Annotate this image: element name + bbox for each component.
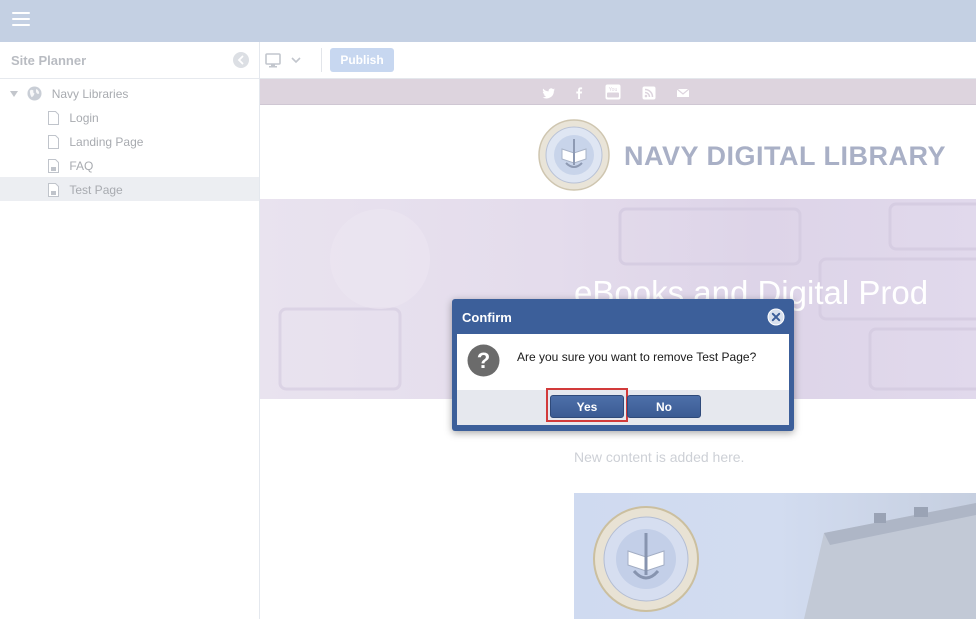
question-icon: ? [467, 344, 500, 377]
yes-button[interactable]: Yes [550, 395, 624, 418]
ship-banner-image [574, 493, 976, 619]
email-icon[interactable] [676, 86, 690, 100]
dialog-message: Are you sure you want to remove Test Pag… [517, 350, 757, 364]
svg-text:?: ? [477, 348, 490, 373]
rss-icon[interactable] [642, 86, 656, 100]
top-bar [0, 0, 976, 42]
twitter-icon[interactable] [542, 86, 556, 100]
hamburger-menu-icon[interactable] [12, 12, 30, 26]
page-icon [48, 134, 59, 149]
tree-item-landing-page[interactable]: Landing Page [0, 129, 259, 153]
tree-item-label: Navy Libraries [51, 86, 129, 101]
close-circle-icon[interactable] [767, 308, 785, 326]
social-bar: You [260, 79, 976, 105]
dialog-title: Confirm [462, 310, 512, 325]
tree-item-navy-libraries[interactable]: Navy Libraries [0, 81, 259, 105]
no-button[interactable]: No [627, 395, 701, 418]
content-placeholder-text: New content is added here. [574, 449, 745, 465]
dialog-footer: Yes No [457, 388, 789, 425]
tree-item-label: Test Page [69, 182, 123, 197]
publish-button[interactable]: Publish [330, 48, 394, 72]
facebook-icon[interactable] [572, 86, 586, 100]
site-title: NAVY DIGITAL LIBRARY [624, 141, 947, 171]
page-icon [48, 110, 59, 125]
page-icon [48, 158, 59, 173]
toolbar-divider [321, 48, 322, 72]
device-select[interactable] [265, 52, 303, 68]
youtube-icon[interactable]: You [605, 84, 621, 100]
globe-icon [27, 86, 42, 101]
chevron-left-circle-icon[interactable] [233, 52, 249, 68]
page-icon [48, 182, 59, 197]
tree-item-test-page[interactable]: Test Page [0, 177, 259, 201]
tree-item-label: FAQ [69, 158, 94, 173]
editor-toolbar: Publish [260, 42, 976, 79]
tree-item-label: Login [69, 110, 99, 125]
tree-item-login[interactable]: Login [0, 105, 259, 129]
sidebar-header: Site Planner [0, 42, 259, 79]
confirm-dialog: Confirm ? Are you sure you want to remov… [452, 299, 794, 431]
site-planner-sidebar: Site Planner Navy Libraries Login Landin… [0, 42, 260, 619]
tree-item-faq[interactable]: FAQ [0, 153, 259, 177]
navy-general-library-seal-logo [593, 506, 699, 612]
svg-text:You: You [609, 87, 618, 93]
dialog-body: ? Are you sure you want to remove Test P… [457, 334, 789, 390]
tree-item-label: Landing Page [69, 134, 144, 149]
monitor-icon [265, 53, 301, 68]
sidebar-title: Site Planner [11, 53, 87, 68]
navy-library-seal-logo [538, 119, 610, 191]
caret-down-icon[interactable] [10, 90, 18, 97]
